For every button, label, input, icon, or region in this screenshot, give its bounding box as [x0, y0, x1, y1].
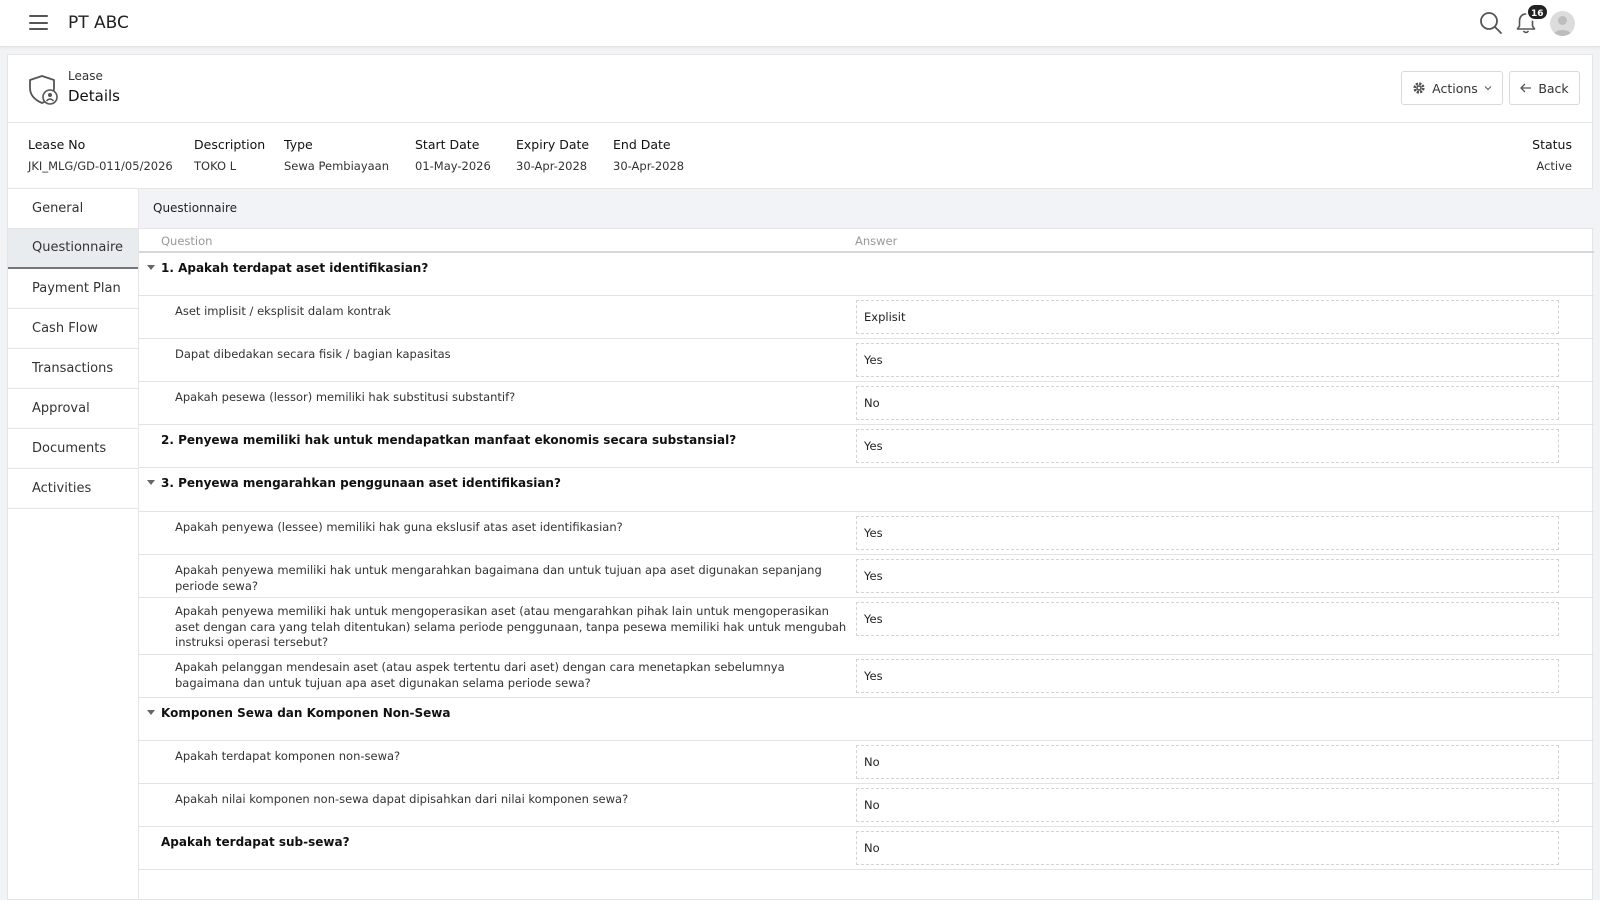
answer-field[interactable]: No	[856, 745, 1559, 779]
question-row: Apakah penyewa (lessee) memiliki hak gun…	[139, 512, 1594, 555]
hamburger-menu-icon[interactable]	[29, 15, 48, 30]
answer-field[interactable]: No	[856, 788, 1559, 822]
back-button[interactable]: Back	[1509, 71, 1580, 105]
start-date-value: 01-May-2026	[415, 159, 491, 173]
question-row: Dapat dibedakan secara fisik / bagian ka…	[139, 339, 1594, 382]
sidebar-item-approval[interactable]: Approval	[8, 389, 138, 429]
sidebar-item-payment-plan[interactable]: Payment Plan	[8, 269, 138, 309]
summary-description: Description TOKO L	[194, 137, 265, 173]
question-text: Apakah pelanggan mendesain aset (atau as…	[175, 660, 785, 690]
answer-field[interactable]: Yes	[856, 659, 1559, 693]
question-row: Apakah penyewa memiliki hak untuk mengop…	[139, 598, 1594, 655]
question-row: Apakah penyewa memiliki hak untuk mengar…	[139, 555, 1594, 598]
lease-detail-card: Lease Details Actions Back Lease No JKI_…	[7, 54, 1594, 900]
answer-field[interactable]: Yes	[856, 516, 1559, 550]
question-text: Apakah nilai komponen non-sewa dapat dip…	[175, 792, 629, 806]
description-value: TOKO L	[194, 159, 237, 173]
end-date-value: 30-Apr-2028	[613, 159, 685, 173]
collapse-caret-icon[interactable]	[147, 480, 155, 485]
answer-field[interactable]: Yes	[856, 602, 1559, 636]
expiry-date-value: 30-Apr-2028	[516, 159, 588, 173]
section-title: Questionnaire	[139, 189, 1594, 229]
summary-end-date: End Date 30-Apr-2028	[613, 137, 684, 173]
question-text: Apakah penyewa (lessee) memiliki hak gun…	[175, 520, 623, 534]
question-row: 2. Penyewa memiliki hak untuk mendapatka…	[139, 425, 1594, 468]
question-row: Apakah nilai komponen non-sewa dapat dip…	[139, 784, 1594, 827]
question-row: Apakah pesewa (lessor) memiliki hak subs…	[139, 382, 1594, 425]
question-row: Apakah terdapat sub-sewa? No	[139, 827, 1594, 870]
question-text: Komponen Sewa dan Komponen Non-Sewa	[161, 706, 451, 720]
table-header: Question Answer	[139, 229, 1594, 253]
question-text: Dapat dibedakan secara fisik / bagian ka…	[175, 347, 451, 361]
question-text: Apakah terdapat komponen non-sewa?	[175, 749, 401, 763]
sidebar-item-cash-flow[interactable]: Cash Flow	[8, 309, 138, 349]
top-bar: PT ABC 16	[0, 0, 1600, 47]
lease-no-label: Lease No	[28, 137, 86, 152]
type-value: Sewa Pembiayaan	[284, 159, 390, 173]
app-title: PT ABC	[68, 13, 129, 33]
question-text: Apakah terdapat sub-sewa?	[161, 835, 350, 849]
summary-expiry-date: Expiry Date 30-Apr-2028	[516, 137, 589, 173]
breadcrumb: Lease	[68, 69, 103, 83]
question-text: Aset implisit / eksplisit dalam kontrak	[175, 304, 391, 318]
sidebar-item-questionnaire[interactable]: Questionnaire	[8, 229, 138, 269]
answer-field[interactable]: No	[856, 831, 1559, 865]
shield-user-icon	[29, 75, 58, 105]
sidebar-item-activities[interactable]: Activities	[8, 469, 138, 509]
detail-body: General Questionnaire Payment Plan Cash …	[8, 189, 1594, 899]
question-row: Apakah terdapat komponen non-sewa? No	[139, 741, 1594, 784]
page-header: Lease Details Actions Back	[8, 55, 1592, 123]
sidebar-item-general[interactable]: General	[8, 189, 138, 229]
question-text: Apakah penyewa memiliki hak untuk mengar…	[175, 563, 822, 593]
notification-badge: 16	[1526, 3, 1549, 21]
sidebar-item-transactions[interactable]: Transactions	[8, 349, 138, 389]
answer-field[interactable]: Explisit	[856, 300, 1559, 334]
question-text: 1. Apakah terdapat aset identifikasian?	[161, 261, 429, 275]
sidebar-item-documents[interactable]: Documents	[8, 429, 138, 469]
column-header-answer: Answer	[855, 234, 898, 248]
start-date-label: Start Date	[415, 137, 480, 152]
status-label: Status	[1532, 137, 1572, 152]
column-header-question: Question	[161, 234, 213, 248]
question-row: Apakah pelanggan mendesain aset (atau as…	[139, 655, 1594, 698]
lease-summary: Lease No JKI_MLG/GD-011/05/2026 Descript…	[8, 123, 1592, 189]
answer-field[interactable]: Yes	[856, 429, 1559, 463]
avatar[interactable]	[1550, 11, 1575, 36]
questionnaire-panel: Questionnaire Question Answer 1. Apakah …	[139, 189, 1594, 899]
summary-type: Type Sewa Pembiayaan	[284, 137, 389, 173]
type-label: Type	[284, 137, 313, 152]
summary-status: Status Active	[1532, 137, 1572, 173]
collapse-caret-icon[interactable]	[147, 710, 155, 715]
chevron-down-icon	[1484, 86, 1492, 91]
collapse-caret-icon[interactable]	[147, 265, 155, 270]
description-label: Description	[194, 137, 266, 152]
page-title: Details	[68, 87, 121, 105]
search-icon[interactable]	[1478, 10, 1504, 36]
actions-label: Actions	[1432, 80, 1478, 96]
answer-field[interactable]: No	[856, 386, 1559, 420]
question-text: Apakah pesewa (lessor) memiliki hak subs…	[175, 390, 516, 404]
question-text: 3. Penyewa mengarahkan penggunaan aset i…	[161, 476, 561, 490]
back-label: Back	[1538, 80, 1569, 96]
answer-field[interactable]: Yes	[856, 343, 1559, 377]
question-group-row: 3. Penyewa mengarahkan penggunaan aset i…	[139, 468, 1594, 512]
status-value: Active	[1536, 159, 1572, 173]
question-group-row: Komponen Sewa dan Komponen Non-Sewa	[139, 698, 1594, 741]
answer-field[interactable]: Yes	[856, 559, 1559, 593]
end-date-label: End Date	[613, 137, 671, 152]
question-text: Apakah penyewa memiliki hak untuk mengop…	[175, 604, 847, 649]
actions-button[interactable]: Actions	[1401, 71, 1503, 105]
gear-icon	[1413, 82, 1425, 94]
question-row: Aset implisit / eksplisit dalam kontrak …	[139, 296, 1594, 339]
summary-start-date: Start Date 01-May-2026	[415, 137, 491, 173]
arrow-left-icon	[1520, 83, 1532, 93]
expiry-date-label: Expiry Date	[516, 137, 590, 152]
question-group-row: 1. Apakah terdapat aset identifikasian?	[139, 253, 1594, 296]
question-text: 2. Penyewa memiliki hak untuk mendapatka…	[161, 433, 737, 447]
summary-lease-no: Lease No JKI_MLG/GD-011/05/2026	[28, 137, 173, 173]
lease-no-value: JKI_MLG/GD-011/05/2026	[28, 159, 173, 173]
detail-sidebar: General Questionnaire Payment Plan Cash …	[8, 189, 139, 899]
